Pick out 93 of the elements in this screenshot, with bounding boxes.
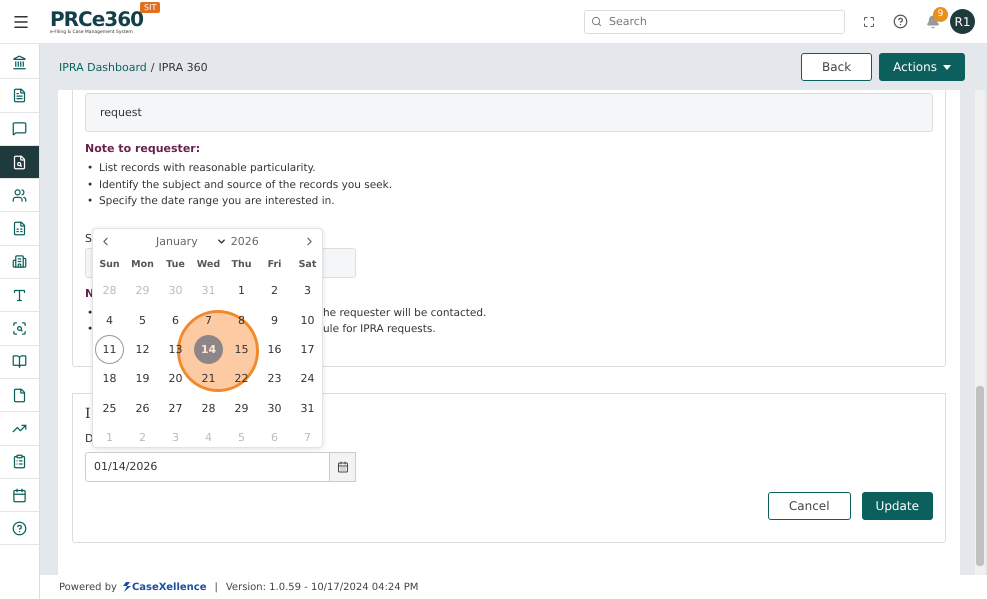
- text-icon: [12, 288, 27, 303]
- bullet: •: [86, 306, 94, 320]
- weekday-label: Thu: [230, 258, 252, 272]
- search-icon: [591, 16, 602, 26]
- calendar-day[interactable]: 3: [293, 276, 322, 306]
- bullet: •: [86, 178, 94, 192]
- date-input[interactable]: 01/14/2026: [85, 452, 330, 482]
- calendar-day[interactable]: 25: [95, 394, 124, 423]
- spreadsheet-icon: [12, 221, 27, 236]
- powered-by-text: Powered by: [59, 582, 117, 592]
- calendar-day[interactable]: 21: [194, 364, 223, 394]
- breadcrumb-text: /: [150, 60, 154, 74]
- weekday-label: Tue: [165, 258, 186, 272]
- calendar-day[interactable]: 30: [260, 394, 289, 423]
- note-item: he requester will be contacted.: [323, 306, 486, 320]
- user-avatar[interactable]: R1: [950, 9, 975, 34]
- building-icon: [12, 254, 27, 270]
- weekday-label: Mon: [130, 258, 155, 272]
- actions-dropdown-button[interactable]: Actions: [879, 53, 965, 81]
- calendar-day[interactable]: 19: [128, 364, 157, 394]
- calendar-day[interactable]: 2: [260, 276, 289, 306]
- section-heading: I: [85, 406, 91, 424]
- calendar-day[interactable]: 23: [260, 364, 289, 394]
- environment-badge: SIT: [140, 2, 160, 13]
- outline-button[interactable]: Cancel: [768, 492, 851, 520]
- sidebar-item[interactable]: [0, 446, 39, 479]
- calendar-day[interactable]: 31: [293, 394, 322, 423]
- bullet: •: [86, 161, 94, 176]
- breadcrumb-text: IPRA 360: [158, 60, 208, 74]
- calendar-day[interactable]: 15: [227, 334, 256, 364]
- document-search-icon: [12, 154, 27, 170]
- caret-icon: [943, 64, 951, 70]
- fullscreen-icon[interactable]: [863, 16, 875, 28]
- scan-search-icon: [12, 321, 27, 336]
- year-text[interactable]: 2026: [230, 234, 259, 248]
- calendar-icon: [336, 460, 348, 472]
- calendar-day[interactable]: 8: [227, 306, 256, 335]
- weekday-label: Sat: [298, 258, 318, 272]
- field-label: S: [85, 232, 92, 246]
- document-icon: [12, 88, 27, 103]
- calendar-day[interactable]: 9: [260, 306, 289, 335]
- calendar-day[interactable]: 27: [161, 394, 190, 423]
- calendar-day[interactable]: 1: [227, 276, 256, 306]
- book-icon: [12, 354, 27, 370]
- calendar-icon: [12, 488, 27, 502]
- calendar-day[interactable]: 12: [128, 334, 157, 364]
- bullet: •: [86, 194, 94, 209]
- calendar-day[interactable]: 24: [293, 364, 322, 394]
- note-item: List records with reasonable particularity.: [99, 161, 316, 176]
- calendar-day[interactable]: 5: [128, 306, 157, 335]
- calendar-day[interactable]: 6: [161, 306, 190, 335]
- notification-badge: 9: [933, 6, 948, 22]
- clipboard-icon: [12, 454, 27, 470]
- month-select[interactable]: January: [156, 234, 227, 248]
- help-icon[interactable]: [893, 14, 908, 29]
- sidebar-item[interactable]: [0, 112, 39, 146]
- bank-icon: [12, 54, 27, 70]
- primary-button[interactable]: Update: [862, 492, 933, 520]
- note-heading: Note to requester:: [85, 142, 202, 155]
- calendar-day[interactable]: 28: [194, 394, 223, 423]
- search-field[interactable]: Search: [584, 10, 845, 34]
- calendar-day[interactable]: 18: [95, 364, 124, 394]
- calendar-day[interactable]: 29: [227, 394, 256, 423]
- sidebar-item[interactable]: [0, 146, 39, 180]
- file-icon: [12, 388, 27, 403]
- brand-logo-icon: [122, 582, 131, 592]
- help-icon: [12, 520, 27, 536]
- calendar-day[interactable]: 17: [293, 334, 322, 364]
- chat-icon: [12, 121, 27, 136]
- weekday-label: Fri: [266, 258, 282, 272]
- sidebar-item[interactable]: [0, 346, 39, 379]
- outline-button[interactable]: Back: [801, 53, 872, 81]
- calendar-day[interactable]: 4: [95, 306, 124, 335]
- scrollbar[interactable]: [975, 90, 985, 575]
- calendar-day[interactable]: 7: [194, 306, 223, 335]
- version-text: Version: 1.0.59 - 10/17/2024 04:24 PM: [226, 582, 418, 592]
- people-icon: [12, 188, 27, 203]
- calendar-day[interactable]: 26: [128, 394, 157, 423]
- brand-name: CaseXellence: [132, 582, 206, 592]
- weekday-label: Sun: [98, 258, 121, 272]
- separator: |: [214, 582, 218, 592]
- note-item: ule for IPRA requests.: [323, 322, 436, 337]
- note-item: Identify the subject and source of the records you seek.: [99, 178, 392, 192]
- weekday-label: Wed: [196, 258, 222, 272]
- calendar-day[interactable]: 20: [161, 364, 190, 394]
- calendar-button[interactable]: [330, 452, 356, 482]
- bullet: •: [86, 322, 94, 337]
- calendar-day[interactable]: 11: [95, 334, 124, 364]
- note-item: Specify the date range you are interested in.: [99, 194, 335, 209]
- request-field[interactable]: request: [85, 93, 933, 132]
- calendar-day[interactable]: 10: [293, 306, 322, 335]
- calendar-day[interactable]: 16: [260, 334, 289, 364]
- breadcrumb-link[interactable]: IPRA Dashboard: [59, 60, 147, 74]
